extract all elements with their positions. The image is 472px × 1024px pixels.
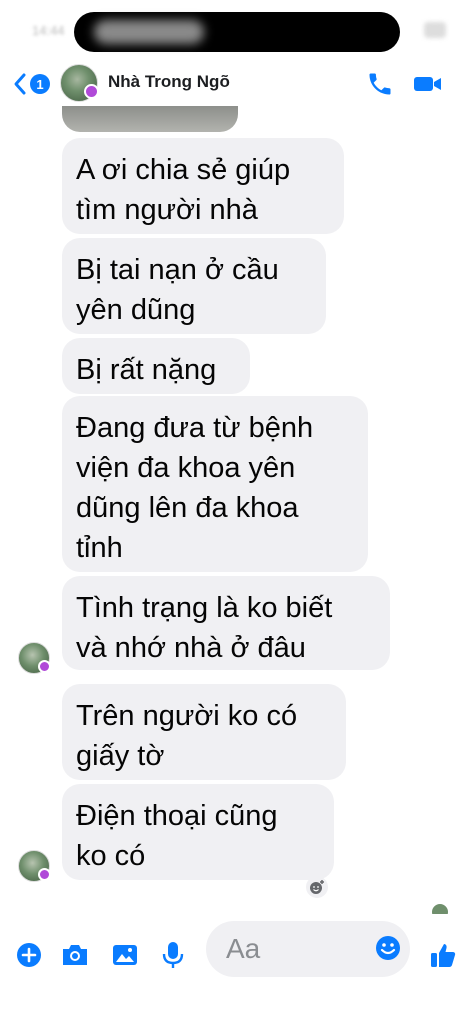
status-dot: [38, 868, 51, 881]
back-button[interactable]: 1: [12, 70, 50, 98]
sender-avatar[interactable]: [18, 642, 51, 674]
phone-icon[interactable]: [366, 70, 394, 98]
add-reaction-icon: [310, 880, 324, 894]
unread-badge: 1: [30, 74, 50, 94]
shared-photo[interactable]: [62, 106, 238, 132]
message-bubble[interactable]: A ơi chia sẻ giúp tìm người nhà: [62, 138, 344, 234]
message-bubble[interactable]: Bị tai nạn ở cầu yên dũng: [62, 238, 326, 334]
sender-avatar[interactable]: [18, 850, 51, 882]
plus-circle-icon: [17, 943, 41, 967]
chat-header: 1 Nhà Trong Ngõ: [0, 62, 472, 106]
status-dot: [38, 660, 51, 673]
like-button[interactable]: [428, 940, 458, 970]
emoji-icon[interactable]: [374, 934, 402, 962]
message-input[interactable]: [224, 932, 368, 966]
status-time: 14:44: [32, 23, 65, 38]
camera-button[interactable]: [60, 940, 90, 970]
composer-bar: [0, 918, 472, 998]
message-bubble[interactable]: Trên người ko có giấy tờ: [62, 684, 346, 780]
voice-button[interactable]: [158, 940, 188, 970]
message-bubble[interactable]: Điện thoại cũng ko có: [62, 784, 334, 880]
status-icons: [424, 22, 446, 38]
chat-title[interactable]: Nhà Trong Ngõ: [108, 72, 230, 92]
more-actions-button[interactable]: [14, 940, 44, 970]
video-camera-icon[interactable]: [412, 70, 444, 98]
status-blur: [94, 20, 204, 44]
microphone-icon: [162, 942, 184, 968]
camera-icon: [63, 945, 87, 965]
image-icon: [113, 945, 137, 965]
avatar[interactable]: [60, 64, 99, 102]
message-bubble[interactable]: Tình trạng là ko biết và nhớ nhà ở đâu: [62, 576, 390, 670]
status-bar: 14:44: [0, 0, 472, 62]
message-bubble[interactable]: Đang đưa từ bệnh viện đa khoa yên dũng l…: [62, 396, 368, 572]
chevron-left-icon: [14, 73, 26, 95]
thumbs-up-icon: [431, 944, 456, 967]
add-reaction-button[interactable]: [306, 876, 328, 898]
message-input-container[interactable]: [206, 921, 410, 977]
seen-indicator: [432, 904, 448, 914]
message-bubble[interactable]: Bị rất nặng: [62, 338, 250, 394]
status-dot: [84, 84, 99, 99]
gallery-button[interactable]: [110, 940, 140, 970]
